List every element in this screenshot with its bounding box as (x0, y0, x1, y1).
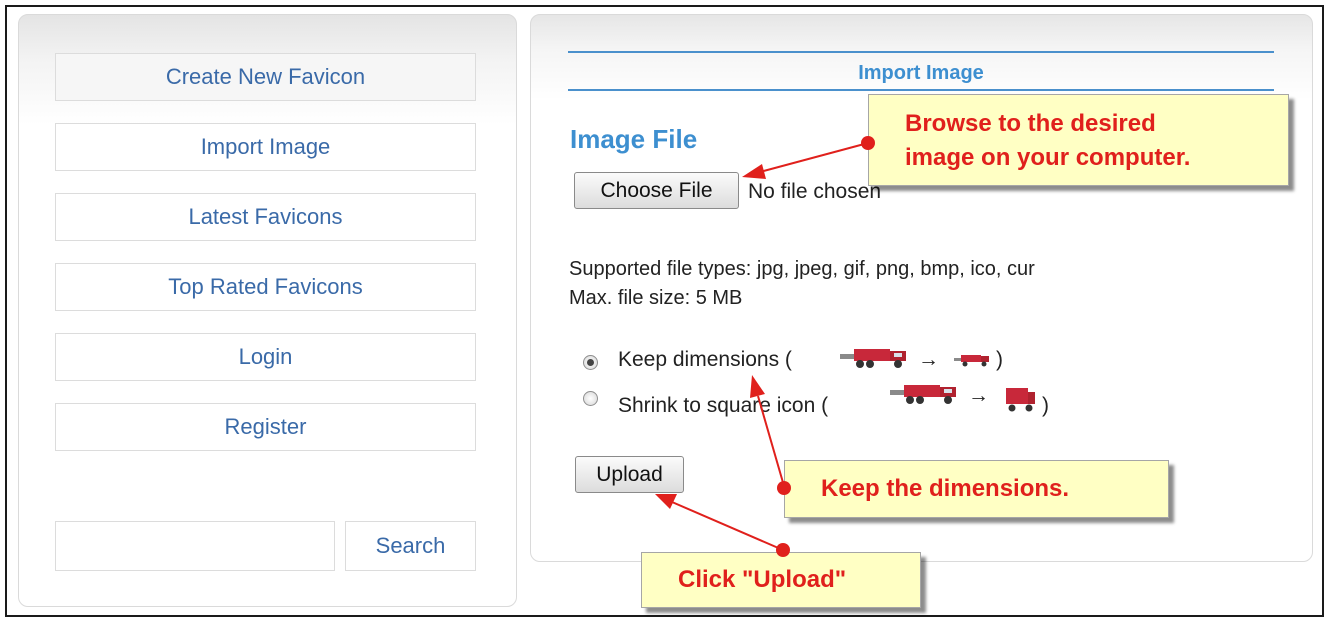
annotation-arrows (655, 136, 875, 557)
